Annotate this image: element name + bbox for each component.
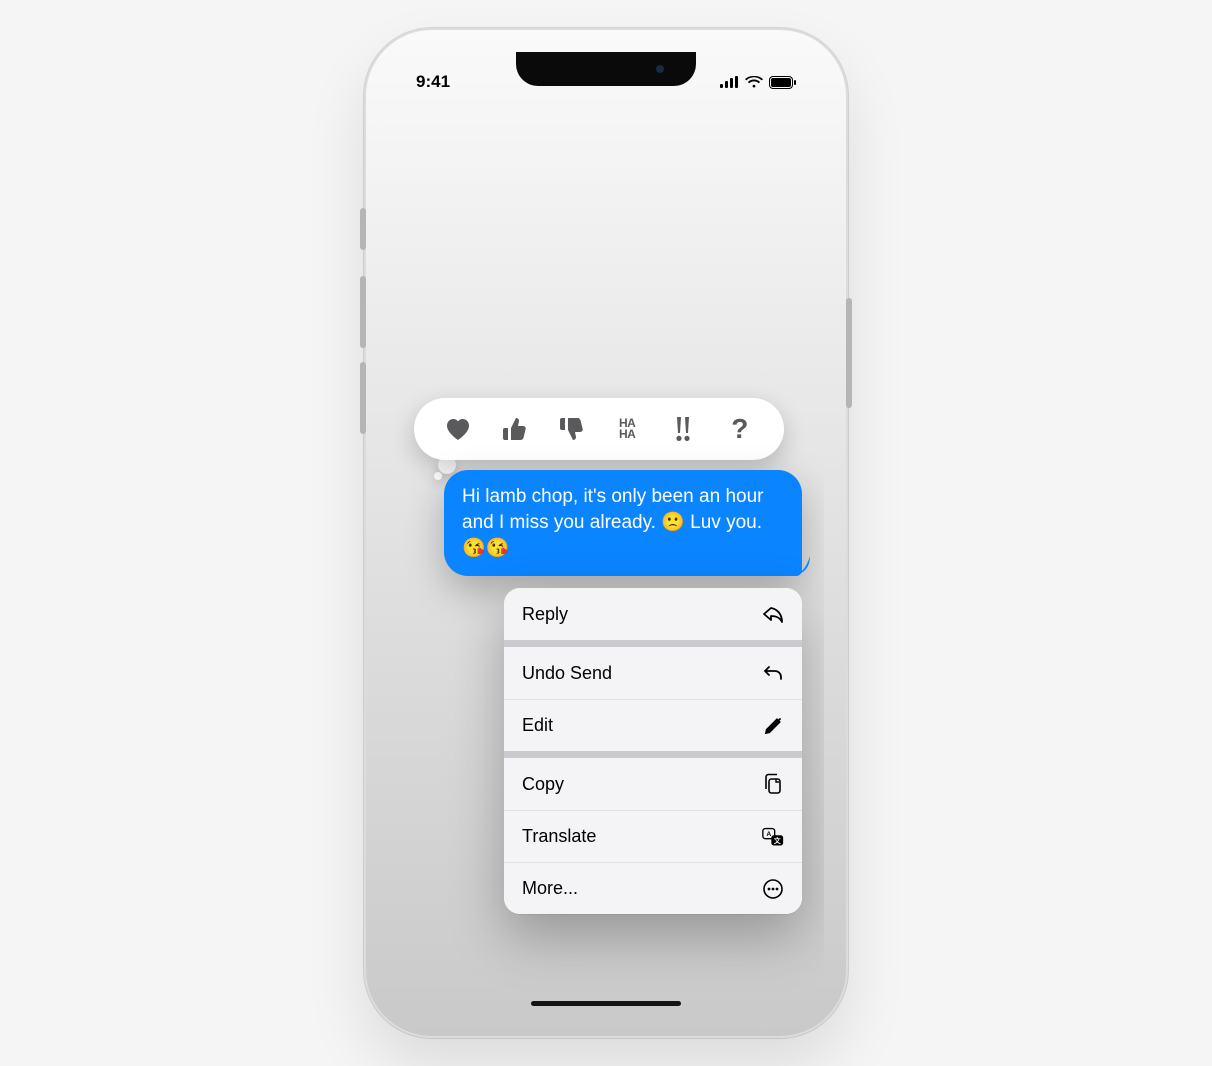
menu-label: Copy <box>522 774 564 795</box>
battery-icon <box>769 76 796 89</box>
menu-item-undo-send[interactable]: Undo Send <box>504 647 802 699</box>
tapback-tail-small <box>434 472 442 480</box>
tapback-emphasis-icon[interactable] <box>667 413 699 445</box>
status-time: 9:41 <box>416 72 450 92</box>
menu-item-translate[interactable]: Translate A 文 <box>504 810 802 862</box>
screen: 9:41 <box>388 52 824 1014</box>
notch <box>516 52 696 86</box>
bubble-tail <box>790 556 810 576</box>
undo-icon <box>762 662 784 684</box>
volume-up-button[interactable] <box>360 276 366 348</box>
wifi-icon <box>745 76 763 88</box>
power-button[interactable] <box>846 298 852 408</box>
volume-down-button[interactable] <box>360 362 366 434</box>
iphone-frame: 9:41 <box>364 28 848 1038</box>
menu-label: Undo Send <box>522 663 612 684</box>
pencil-icon <box>762 715 784 737</box>
tapback-heart-icon[interactable] <box>442 413 474 445</box>
selected-message-bubble[interactable]: Hi lamb chop, it's only been an hour and… <box>444 470 802 576</box>
menu-item-more[interactable]: More... <box>504 862 802 914</box>
reply-arrow-icon <box>762 603 784 625</box>
more-ellipsis-icon <box>762 878 784 900</box>
cellular-icon <box>720 76 739 88</box>
menu-label: Reply <box>522 604 568 625</box>
tapback-thumbs-down-icon[interactable] <box>555 413 587 445</box>
mute-switch[interactable] <box>360 208 366 250</box>
menu-label: Edit <box>522 715 553 736</box>
tapback-haha-icon[interactable]: HAHA <box>611 413 643 445</box>
menu-label: More... <box>522 878 578 899</box>
message-text: Hi lamb chop, it's only been an hour and… <box>462 486 763 559</box>
menu-item-reply[interactable]: Reply <box>504 588 802 640</box>
svg-text:文: 文 <box>773 835 781 844</box>
copy-doc-icon <box>762 773 784 795</box>
tapback-question-icon[interactable]: ? <box>724 413 756 445</box>
menu-item-edit[interactable]: Edit <box>504 699 802 751</box>
home-indicator[interactable] <box>531 1001 681 1006</box>
context-menu: Reply Undo Send <box>504 588 802 914</box>
menu-label: Translate <box>522 826 596 847</box>
translate-icon: A 文 <box>762 826 784 848</box>
menu-item-copy[interactable]: Copy <box>504 758 802 810</box>
tapback-thumbs-up-icon[interactable] <box>498 413 530 445</box>
svg-text:A: A <box>766 831 771 838</box>
tapback-bar: HAHA ? <box>414 398 784 460</box>
